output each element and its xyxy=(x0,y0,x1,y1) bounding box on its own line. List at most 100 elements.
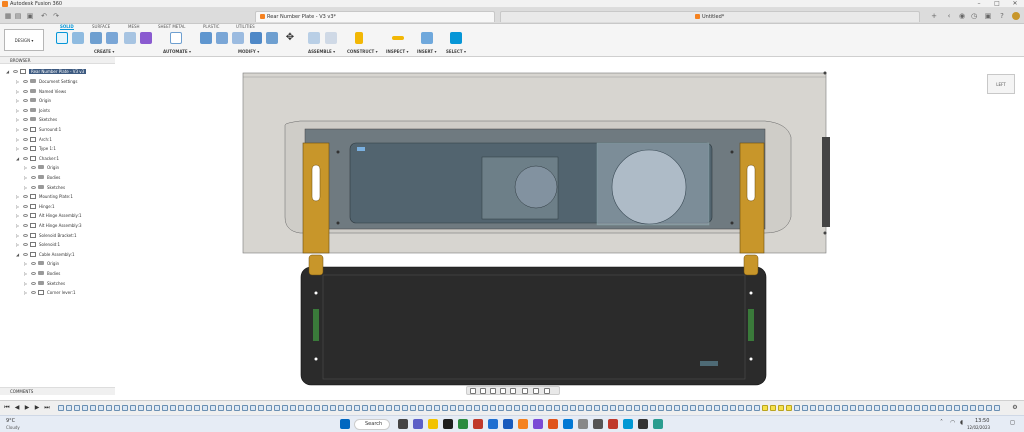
maximize-button[interactable]: □ xyxy=(988,0,1006,8)
start-icon[interactable] xyxy=(340,419,350,429)
timeline-feature-icon[interactable] xyxy=(682,405,688,411)
grid-settings-icon[interactable] xyxy=(533,388,539,394)
fillet-icon[interactable] xyxy=(216,32,228,44)
browser-item[interactable]: ▷ Origin xyxy=(16,96,51,105)
visibility-eye-icon[interactable] xyxy=(31,262,36,266)
fit-icon[interactable] xyxy=(510,388,516,394)
timeline-feature-icon[interactable] xyxy=(938,405,944,411)
weather-temp[interactable]: 9°C xyxy=(6,418,15,424)
timeline-settings-icon[interactable]: ⚙ xyxy=(1012,405,1018,411)
app-icon[interactable] xyxy=(653,419,663,429)
timeline-feature-icon[interactable] xyxy=(578,405,584,411)
notifications-icon[interactable]: ▣ xyxy=(984,12,992,20)
visibility-eye-icon[interactable] xyxy=(23,156,28,160)
timeline-end-icon[interactable]: ⏭ xyxy=(44,405,50,411)
skype-icon[interactable] xyxy=(623,419,633,429)
select-icon[interactable] xyxy=(450,32,462,44)
browser-item[interactable]: ▷ Alt Hinge Assembly:3 xyxy=(16,221,82,230)
timeline-feature-icon[interactable] xyxy=(834,405,840,411)
file-explorer-icon[interactable] xyxy=(428,419,438,429)
timeline-feature-icon[interactable] xyxy=(746,405,752,411)
timeline-feature-icon[interactable] xyxy=(786,405,792,411)
timeline-feature-icon[interactable] xyxy=(546,405,552,411)
timeline-feature-icon[interactable] xyxy=(898,405,904,411)
tab-mesh[interactable]: MESH xyxy=(128,24,140,29)
tab-utilities[interactable]: UTILITIES xyxy=(236,24,255,29)
timeline-feature-icon[interactable] xyxy=(234,405,240,411)
right-latch[interactable] xyxy=(748,309,754,341)
expand-icon[interactable]: ▷ xyxy=(24,288,28,295)
timeline-feature-icon[interactable] xyxy=(778,405,784,411)
timeline-feature-icon[interactable] xyxy=(802,405,808,411)
expand-icon[interactable]: ▷ xyxy=(24,163,28,170)
revolve-icon[interactable] xyxy=(106,32,118,44)
timeline-feature-icon[interactable] xyxy=(362,405,368,411)
visibility-eye-icon[interactable] xyxy=(31,291,36,295)
insert-menu[interactable]: INSERT ▾ xyxy=(417,49,436,54)
browser-item[interactable]: ▷ Solenoid Bracket:1 xyxy=(16,231,77,240)
collapse-icon[interactable]: ◢ xyxy=(6,67,10,74)
browser-item[interactable]: ▷ Document Settings xyxy=(16,77,77,86)
timeline-feature-icon[interactable] xyxy=(426,405,432,411)
expand-icon[interactable]: ▷ xyxy=(16,125,20,132)
timeline-feature-icon[interactable] xyxy=(994,405,1000,411)
browser-item[interactable]: ▷ Hinge:1 xyxy=(16,202,55,211)
add-tab-icon[interactable]: + xyxy=(930,12,938,20)
timeline-feature-icon[interactable] xyxy=(202,405,208,411)
timeline-feature-icon[interactable] xyxy=(322,405,328,411)
visibility-eye-icon[interactable] xyxy=(23,80,28,83)
timeline-feature-icon[interactable] xyxy=(282,405,288,411)
browser-item[interactable]: ▷ Joints xyxy=(16,106,50,115)
timeline-feature-icon[interactable] xyxy=(82,405,88,411)
clock-date[interactable]: 12/02/2023 xyxy=(967,425,990,430)
vscode-icon[interactable] xyxy=(563,419,573,429)
modify-menu[interactable]: MODIFY ▾ xyxy=(238,49,259,54)
timeline-feature-icon[interactable] xyxy=(610,405,616,411)
browser-item[interactable]: ▷ Bodies xyxy=(24,173,60,182)
browser-item[interactable]: ▷ Corner lever:1 xyxy=(24,288,76,297)
timeline-feature-icon[interactable] xyxy=(298,405,304,411)
visibility-eye-icon[interactable] xyxy=(31,281,36,285)
browser-item[interactable]: ▷ Sketches xyxy=(24,279,65,288)
avatar[interactable] xyxy=(1012,12,1020,20)
tab-untitled[interactable]: Untitled* xyxy=(500,11,920,22)
acrobat-icon[interactable] xyxy=(608,419,618,429)
git-icon[interactable] xyxy=(593,419,603,429)
timeline-feature-icon[interactable] xyxy=(394,405,400,411)
press-pull-icon[interactable] xyxy=(200,32,212,44)
visibility-eye-icon[interactable] xyxy=(23,128,28,131)
timeline-feature-icon[interactable] xyxy=(66,405,72,411)
timeline-feature-icon[interactable] xyxy=(274,405,280,411)
create-sketch-icon[interactable] xyxy=(72,32,84,44)
timeline-feature-icon[interactable] xyxy=(474,405,480,411)
shell-icon[interactable] xyxy=(250,32,262,44)
timeline-feature-icon[interactable] xyxy=(594,405,600,411)
tab-plastic[interactable]: PLASTIC xyxy=(203,24,219,29)
measure-icon[interactable] xyxy=(392,36,404,40)
timeline-feature-icon[interactable] xyxy=(714,405,720,411)
timeline-feature-icon[interactable] xyxy=(218,405,224,411)
timeline-feature-icon[interactable] xyxy=(962,405,968,411)
visibility-eye-icon[interactable] xyxy=(23,118,28,122)
help-circle-icon[interactable]: ? xyxy=(998,12,1006,20)
visibility-eye-icon[interactable] xyxy=(23,147,28,151)
visibility-eye-icon[interactable] xyxy=(31,166,36,170)
timeline-feature-icon[interactable] xyxy=(826,405,832,411)
round-cutout-small[interactable] xyxy=(514,165,558,209)
teams-icon[interactable] xyxy=(413,419,423,429)
timeline-feature-icon[interactable] xyxy=(762,405,768,411)
undo-icon[interactable]: ↶ xyxy=(40,12,48,20)
visibility-eye-icon[interactable] xyxy=(23,214,28,218)
browser-item[interactable]: ▷ Alt Hinge Assembly:1 xyxy=(16,211,82,220)
pan-icon[interactable] xyxy=(490,388,496,394)
outlook-icon[interactable] xyxy=(488,419,498,429)
timeline-feature-icon[interactable] xyxy=(354,405,360,411)
timeline-feature-icon[interactable] xyxy=(242,405,248,411)
timeline-feature-icon[interactable] xyxy=(370,405,376,411)
save-icon[interactable]: ▣ xyxy=(26,12,34,20)
visibility-eye-icon[interactable] xyxy=(23,137,28,141)
expand-icon[interactable]: ▷ xyxy=(16,211,20,218)
timeline-feature-icon[interactable] xyxy=(314,405,320,411)
pattern-icon[interactable] xyxy=(124,32,136,44)
timeline-feature-icon[interactable] xyxy=(338,405,344,411)
